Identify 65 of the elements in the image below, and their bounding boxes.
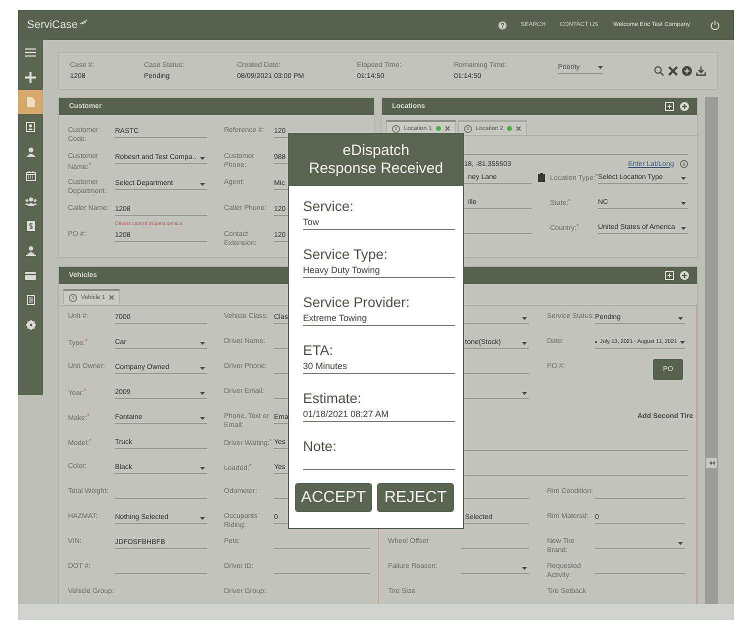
collapse-button[interactable] (706, 458, 717, 468)
plus-icon (25, 72, 36, 83)
caret-icon (681, 202, 686, 205)
answer-field: Heavy Duty Towing (303, 265, 455, 278)
clipboard-icon[interactable] (538, 173, 544, 182)
person-coin-icon (26, 246, 36, 256)
caret-icon (522, 392, 527, 395)
settings-icon (26, 320, 36, 330)
close-icon[interactable] (668, 66, 678, 76)
logo: ServiCase (27, 19, 78, 31)
close-icon[interactable] (444, 126, 450, 131)
caret-icon (200, 417, 205, 420)
sidebar-item[interactable] (18, 90, 43, 114)
add-circle-icon[interactable] (680, 102, 689, 111)
dollar-document-icon (26, 220, 34, 231)
expand-icon[interactable] (665, 271, 674, 280)
contact-card-icon (26, 122, 35, 132)
add-circle-icon[interactable] (680, 271, 689, 280)
power-icon[interactable] (710, 20, 720, 30)
dialog-button[interactable]: REJECT (377, 483, 454, 512)
menu-icon (25, 48, 36, 57)
field-label: Service Type: (303, 245, 389, 263)
form-icon (26, 295, 34, 306)
expand-icon[interactable] (665, 102, 674, 111)
caret-icon (200, 183, 205, 186)
dialog-title: eDispatch Response Received (289, 134, 463, 186)
answer-field: 30 Minutes (303, 361, 455, 374)
caret-icon (522, 567, 527, 570)
answer-field: Tow (303, 217, 455, 230)
caret-icon (200, 392, 205, 395)
double-chevron-icon (708, 461, 714, 465)
caret-icon (681, 177, 686, 180)
caret-icon (522, 342, 527, 345)
caret-icon (200, 342, 205, 345)
close-icon[interactable] (516, 126, 522, 131)
group-icon (24, 196, 36, 206)
caret-icon (680, 340, 685, 344)
answer-field: 01/18/2021 08:27 AM (303, 409, 455, 422)
caret-icon (598, 66, 603, 69)
caret-icon (678, 317, 683, 320)
person-icon (26, 146, 36, 157)
caret-icon (678, 542, 683, 545)
document-icon (26, 96, 34, 107)
card-icon (25, 272, 36, 280)
add-circle-icon[interactable] (682, 66, 692, 76)
info-icon[interactable] (680, 160, 688, 168)
caret-icon (200, 157, 205, 160)
caret-icon (200, 467, 205, 470)
field-label: Estimate: (303, 389, 362, 407)
search-icon[interactable] (654, 66, 664, 76)
caret-icon (200, 367, 205, 370)
field-label: Note: (303, 437, 338, 455)
download-icon[interactable] (696, 66, 706, 76)
caret-icon (681, 227, 686, 230)
close-icon[interactable] (109, 295, 114, 300)
field-label: Service Provider: (303, 293, 411, 311)
help-icon[interactable] (498, 20, 507, 30)
dialog-button[interactable]: ACCEPT (295, 483, 372, 512)
calendar-icon (26, 171, 36, 182)
caret-icon (522, 317, 527, 320)
answer-field: Extreme Towing (303, 313, 455, 326)
caret-icon (200, 517, 205, 520)
logo-mark-icon (78, 19, 88, 25)
field-label: Service: (303, 197, 355, 215)
field-label: ETA: (303, 341, 334, 359)
